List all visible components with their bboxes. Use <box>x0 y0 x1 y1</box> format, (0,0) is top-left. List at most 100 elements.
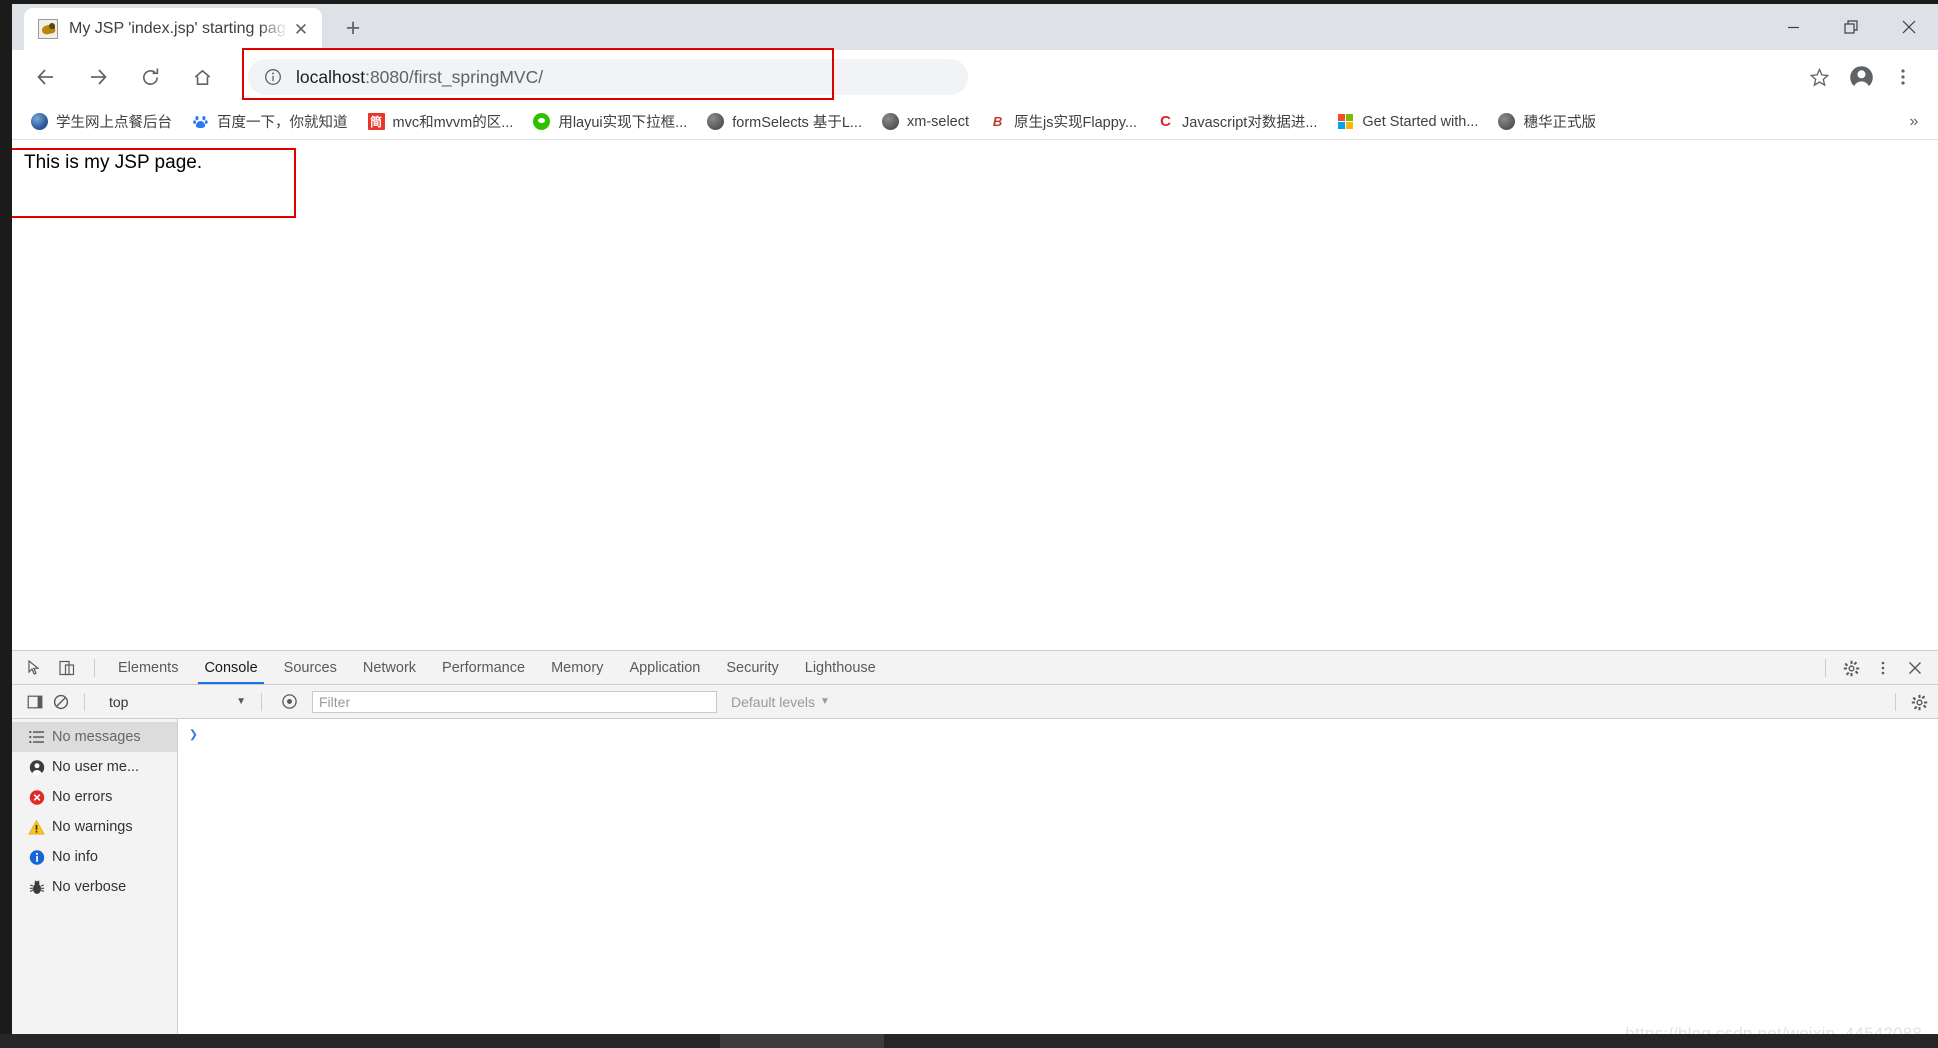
toolbar-divider <box>261 692 262 711</box>
devtools-tab-lighthouse[interactable]: Lighthouse <box>792 651 889 684</box>
console-filter-input[interactable]: Filter <box>312 690 717 713</box>
bookmark-item[interactable]: 用layui实现下拉框... <box>524 108 696 136</box>
bookmark-item[interactable]: 学生网上点餐后台 <box>22 108 181 136</box>
execution-context-value: top <box>109 693 129 710</box>
devtools-tab-performance[interactable]: Performance <box>429 651 538 684</box>
devtools-tab-sources[interactable]: Sources <box>271 651 350 684</box>
toolbar-divider <box>84 692 85 711</box>
console-filter-toolbar: top ▼ Filter Default levels ▼ <box>12 685 1938 719</box>
execution-context-selector[interactable]: top ▼ <box>101 691 251 713</box>
close-window-icon[interactable] <box>1880 4 1938 50</box>
console-sidebar-item-messages[interactable]: No messages <box>12 722 177 752</box>
console-sidebar-item-warnings[interactable]: No warnings <box>12 812 177 842</box>
log-levels-dropdown[interactable]: Default levels ▼ <box>731 694 830 710</box>
console-sidebar-label: No warnings <box>52 819 133 835</box>
console-settings-actions <box>1885 685 1932 719</box>
close-icon[interactable]: ✕ <box>290 18 312 40</box>
forward-icon[interactable] <box>78 57 118 97</box>
bookmark-label: Get Started with... <box>1362 113 1479 130</box>
url-text: localhost:8080/first_springMVC/ <box>296 67 543 88</box>
devtools-tab-memory[interactable]: Memory <box>538 651 616 684</box>
bookmark-item[interactable]: 百度一下，你就知道 <box>183 108 357 136</box>
globe-grey-icon <box>881 113 899 130</box>
jb51-icon: B <box>989 113 1007 130</box>
warning-icon <box>28 819 45 836</box>
log-levels-label: Default levels <box>731 693 816 710</box>
browser-toolbar: localhost:8080/first_springMVC/ <box>12 48 1938 104</box>
address-bar[interactable]: localhost:8080/first_springMVC/ <box>248 59 968 95</box>
bookmark-item[interactable]: 简 mvc和mvvm的区... <box>359 108 523 136</box>
home-icon[interactable] <box>182 57 222 97</box>
devtools-tab-network[interactable]: Network <box>350 651 429 684</box>
bookmark-item[interactable]: B 原生js实现Flappy... <box>980 108 1146 136</box>
bookmark-label: Javascript对数据进... <box>1182 115 1318 131</box>
bookmark-item[interactable]: Get Started with... <box>1328 108 1487 136</box>
console-sidebar-label: No user me... <box>52 759 140 775</box>
console-log-area[interactable]: ❯ <box>178 719 1938 1034</box>
console-sidebar-item-user-messages[interactable]: No user me... <box>12 752 177 782</box>
jianshu-red-icon: 简 <box>367 113 385 130</box>
toolbar-divider <box>94 658 95 677</box>
minimize-icon[interactable] <box>1764 4 1822 50</box>
bookmarks-bar: 学生网上点餐后台 百度一下，你就知道 简 mvc和mvvm的区... 用layu… <box>12 104 1938 140</box>
settings-gear-icon[interactable] <box>1836 654 1866 682</box>
console-sidebar-item-info[interactable]: No info <box>12 842 177 872</box>
taskbar-strip <box>0 1034 1938 1048</box>
globe-blue-icon <box>31 113 48 130</box>
chevron-down-icon: ▼ <box>820 696 830 707</box>
console-settings-gear-icon[interactable] <box>1906 689 1932 715</box>
bookmark-label: formSelects 基于L... <box>732 115 862 131</box>
console-sidebar-item-verbose[interactable]: No verbose <box>12 872 177 902</box>
bookmark-label: 原生js实现Flappy... <box>1014 115 1138 131</box>
inspect-element-icon[interactable] <box>20 654 50 682</box>
console-sidebar-label: No info <box>52 849 98 865</box>
devtools-tab-elements[interactable]: Elements <box>105 651 191 684</box>
back-icon[interactable] <box>26 57 66 97</box>
url-host: localhost <box>296 66 366 87</box>
clear-console-icon[interactable] <box>48 689 74 715</box>
window-controls <box>1764 4 1938 50</box>
live-expression-icon[interactable] <box>276 689 302 715</box>
tomcat-cat-icon <box>38 19 58 39</box>
bookmark-label: 百度一下，你就知道 <box>217 115 348 131</box>
bookmark-item[interactable]: 穗华正式版 <box>1489 108 1605 136</box>
toolbar-divider <box>1895 693 1896 711</box>
devtools-tab-console[interactable]: Console <box>191 651 270 684</box>
chevron-down-icon: ▼ <box>236 696 246 707</box>
bookmarks-overflow-icon[interactable]: » <box>1902 110 1926 134</box>
bookmark-label: 用layui实现下拉框... <box>558 115 688 131</box>
chrome-menu-icon[interactable] <box>1882 56 1924 98</box>
new-tab-button[interactable]: + <box>336 11 370 45</box>
devtools-tab-security[interactable]: Security <box>713 651 791 684</box>
console-sidebar-label: No errors <box>52 789 113 805</box>
tab-title: My JSP 'index.jsp' starting page <box>69 20 290 37</box>
info-circle-icon[interactable] <box>264 68 282 86</box>
url-path: :8080/first_springMVC/ <box>365 66 544 87</box>
devtools-tab-application[interactable]: Application <box>616 651 713 684</box>
account-avatar-icon[interactable] <box>1840 56 1882 98</box>
toolbar-right-actions <box>1798 56 1924 98</box>
bookmark-item[interactable]: xm-select <box>873 108 978 136</box>
toolbar-divider <box>1825 659 1826 677</box>
taskbar-active-segment <box>720 1034 884 1048</box>
close-devtools-icon[interactable] <box>1900 654 1930 682</box>
devtools-panel: Elements Console Sources Network Perform… <box>12 650 1938 1034</box>
bookmark-label: xm-select <box>906 113 970 130</box>
console-sidebar-item-errors[interactable]: No errors <box>12 782 177 812</box>
device-toolbar-icon[interactable] <box>52 654 82 682</box>
bookmark-item[interactable]: formSelects 基于L... <box>698 108 871 136</box>
user-icon <box>28 759 45 776</box>
console-prompt-icon: ❯ <box>189 727 199 744</box>
bookmark-star-icon[interactable] <box>1798 56 1840 98</box>
error-icon <box>28 789 45 806</box>
browser-tab-active[interactable]: My JSP 'index.jsp' starting page ✕ <box>24 8 322 50</box>
restore-icon[interactable] <box>1822 4 1880 50</box>
csdn-c-icon: C <box>1157 113 1175 130</box>
console-sidebar-toggle-icon[interactable] <box>22 689 48 715</box>
console-sidebar: No messages No user me... No errors No w… <box>12 719 178 1034</box>
reload-icon[interactable] <box>130 57 170 97</box>
bookmark-label: 穗华正式版 <box>1523 115 1596 131</box>
page-body-text: This is my JSP page. <box>24 152 203 173</box>
more-options-icon[interactable] <box>1868 654 1898 682</box>
bookmark-item[interactable]: C Javascript对数据进... <box>1148 108 1326 136</box>
